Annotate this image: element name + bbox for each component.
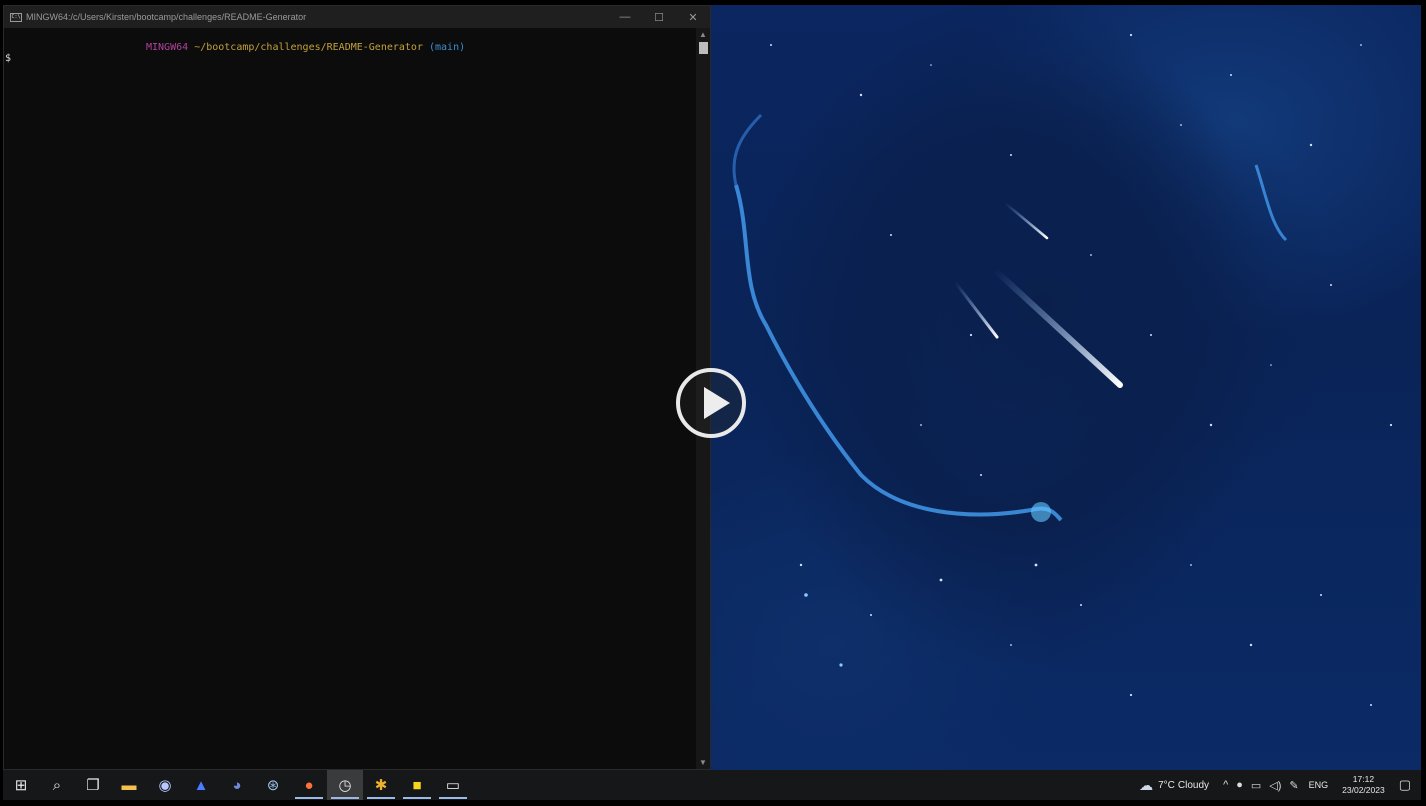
maximize-button[interactable]: ☐ <box>642 6 676 28</box>
sticky-notes-button[interactable]: ■ <box>399 770 435 800</box>
speaker-icon[interactable]: ◁) <box>1265 779 1285 792</box>
vpn-button[interactable]: ◉ <box>147 770 183 800</box>
video-play-button[interactable] <box>676 368 746 438</box>
prompt-branch: (main) <box>429 42 466 53</box>
terminal-app-icon: C:\ <box>10 12 22 22</box>
prompt-host: MINGW64 <box>146 42 189 53</box>
space-wallpaper-art <box>732 33 1393 706</box>
clock[interactable]: 17:12 23/02/2023 <box>1334 774 1393 796</box>
weather-widget[interactable]: ☁ 7°C Cloudy <box>1139 777 1209 794</box>
microphone-icon[interactable]: ● <box>1232 779 1247 791</box>
weather-temperature: 7°C <box>1158 779 1175 791</box>
terminal-output[interactable]: MINGW64 ~/bootcamp/challenges/README-Gen… <box>4 28 696 769</box>
firefox-button[interactable]: ● <box>291 770 327 800</box>
discord-icon: ◕ <box>232 776 242 794</box>
search-icon: ⌕ <box>52 776 62 794</box>
sticky-notes-icon: ■ <box>412 776 422 794</box>
terminal-icon: ▭ <box>445 777 461 794</box>
language-indicator[interactable]: ENG <box>1303 780 1335 790</box>
discord-button[interactable]: ◕ <box>219 770 255 800</box>
taskbar: ⊞ ⌕ ❐ ▬ ◉ ▲ ◕ ⊛ ● ◷ ✱ ■ ▭ ☁ 7°C Cloudy ^ <box>3 770 1421 800</box>
task-view-icon: ❐ <box>86 777 100 794</box>
pen-icon[interactable]: ✎ <box>1285 779 1302 792</box>
close-button[interactable]: ✕ <box>676 6 710 28</box>
start-button[interactable]: ⊞ <box>3 770 39 800</box>
minimize-button[interactable]: — <box>608 6 642 28</box>
notification-icon[interactable]: ▢ <box>1393 777 1421 793</box>
terminal-title: MINGW64:/c/Users/Kirsten/bootcamp/challe… <box>26 12 307 22</box>
terminal-button[interactable]: ▭ <box>435 770 471 800</box>
scroll-down-arrow-icon[interactable]: ▼ <box>699 758 707 767</box>
search-button[interactable]: ⌕ <box>39 770 75 800</box>
prompt-path: ~/bootcamp/challenges/README-Generator <box>194 42 423 53</box>
vpn-icon: ◉ <box>158 777 172 794</box>
nordvpn-button[interactable]: ▲ <box>183 770 219 800</box>
scroll-up-arrow-icon[interactable]: ▲ <box>699 30 707 39</box>
system-tray: ☁ 7°C Cloudy ^ ● ▭ ◁) ✎ ENG 17:12 23/02/… <box>1139 770 1421 800</box>
clock-icon: ◷ <box>338 777 352 794</box>
cloud-icon: ☁ <box>1139 776 1154 793</box>
clock-app-button[interactable]: ◷ <box>327 770 363 800</box>
slack-button[interactable]: ✱ <box>363 770 399 800</box>
weather-condition: Cloudy <box>1177 779 1210 791</box>
prompt-symbol: $ <box>5 53 12 64</box>
scroll-thumb[interactable] <box>699 42 708 54</box>
desktop-wallpaper <box>711 5 1421 770</box>
terminal-window[interactable]: C:\ MINGW64:/c/Users/Kirsten/bootcamp/ch… <box>3 5 711 770</box>
folder-icon: ▬ <box>121 776 137 794</box>
network-icon[interactable]: ▭ <box>1247 779 1265 792</box>
chevron-up-icon[interactable]: ^ <box>1219 779 1232 791</box>
terminal-titlebar[interactable]: C:\ MINGW64:/c/Users/Kirsten/bootcamp/ch… <box>4 6 710 28</box>
firefox-icon: ● <box>304 776 314 794</box>
clock-date: 23/02/2023 <box>1342 785 1385 795</box>
clock-time: 17:12 <box>1352 774 1375 784</box>
file-explorer-button[interactable]: ▬ <box>111 770 147 800</box>
slack-icon: ✱ <box>374 777 388 794</box>
steam-icon: ⊛ <box>266 777 280 794</box>
mountain-icon: ▲ <box>193 776 209 794</box>
steam-button[interactable]: ⊛ <box>255 770 291 800</box>
prompt-line: MINGW64 ~/bootcamp/challenges/README-Gen… <box>146 42 465 53</box>
windows-icon: ⊞ <box>14 777 28 794</box>
task-view-button[interactable]: ❐ <box>75 770 111 800</box>
